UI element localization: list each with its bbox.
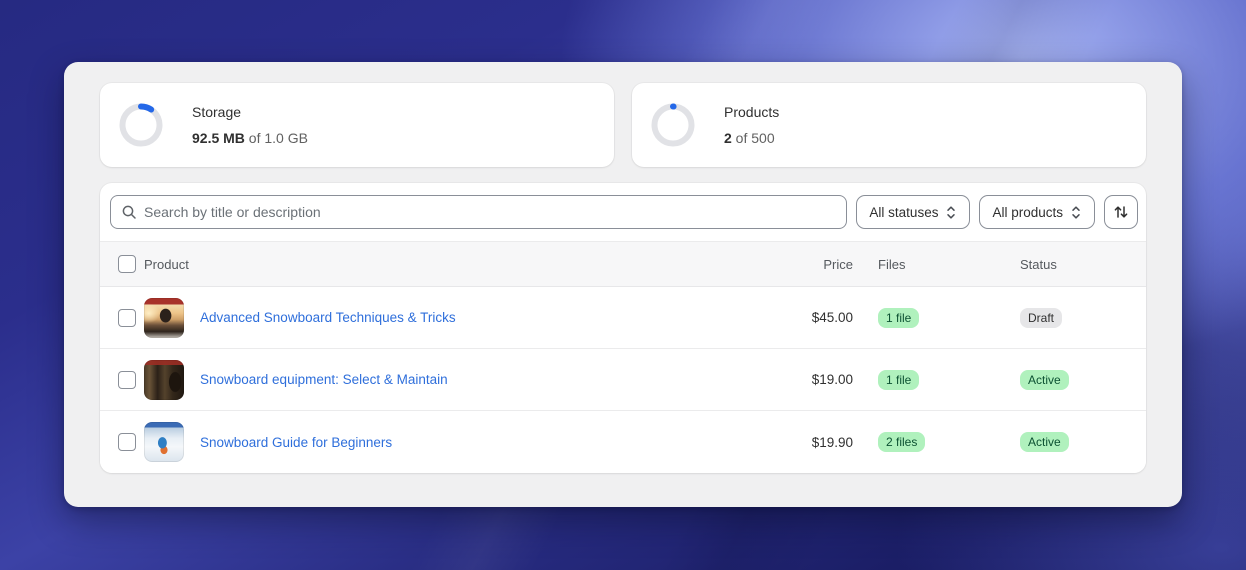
chevron-up-down-icon — [1072, 205, 1080, 219]
files-badge: 1 file — [878, 307, 920, 328]
product-thumbnail — [144, 422, 184, 462]
search-box[interactable] — [110, 195, 848, 229]
column-header-product: Product — [144, 256, 189, 272]
table-header-row: Product Price Files Status — [100, 241, 1146, 287]
column-header-price: Price — [823, 256, 853, 272]
product-title-link[interactable]: Snowboard equipment: Select & Maintain — [200, 372, 448, 387]
products-label: Products — [724, 104, 780, 120]
product-price: $19.00 — [811, 372, 853, 387]
product-price: $19.90 — [811, 434, 853, 450]
select-all-checkbox[interactable] — [118, 255, 136, 273]
row-checkbox[interactable] — [118, 370, 136, 389]
files-badge: 1 file — [878, 369, 920, 390]
table-row: Advanced Snowboard Techniques & Tricks $… — [100, 287, 1146, 349]
product-thumbnail — [144, 359, 184, 400]
table-row: Snowboard Guide for Beginners $19.90 2 f… — [100, 411, 1146, 473]
search-input[interactable] — [144, 204, 837, 220]
status-filter-dropdown[interactable]: All statuses — [856, 195, 971, 229]
status-badge: Active — [1020, 432, 1069, 452]
files-badge: 2 files — [878, 432, 926, 452]
status-badge: Active — [1020, 369, 1069, 390]
products-progress-ring — [651, 103, 695, 147]
row-checkbox[interactable] — [118, 308, 136, 327]
product-thumbnail — [144, 297, 184, 338]
status-badge: Draft — [1020, 307, 1063, 328]
search-icon — [122, 205, 136, 219]
chevron-up-down-icon — [947, 205, 956, 219]
products-table-card: All statuses All products — [100, 183, 1146, 473]
storage-progress-ring — [119, 103, 163, 147]
storage-value: 92.5 MB of 1.0 GB — [192, 130, 308, 146]
product-price: $45.00 — [811, 310, 853, 325]
sort-button[interactable] — [1104, 195, 1138, 229]
column-header-files: Files — [878, 256, 906, 272]
filter-toolbar: All statuses All products — [100, 183, 1146, 241]
product-title-link[interactable]: Snowboard Guide for Beginners — [200, 435, 392, 450]
storage-usage-card: Storage 92.5 MB of 1.0 GB — [100, 83, 614, 167]
table-row: Snowboard equipment: Select & Maintain $… — [100, 349, 1146, 411]
app-window: Storage 92.5 MB of 1.0 GB Products 2 of … — [64, 62, 1182, 507]
product-title-link[interactable]: Advanced Snowboard Techniques & Tricks — [200, 310, 456, 325]
products-usage-card: Products 2 of 500 — [632, 83, 1146, 167]
products-value: 2 of 500 — [724, 130, 775, 146]
column-header-status: Status — [1020, 256, 1057, 272]
sort-arrows-icon — [1114, 206, 1128, 218]
row-checkbox[interactable] — [118, 433, 136, 451]
product-filter-dropdown[interactable]: All products — [979, 195, 1095, 229]
usage-stats-row: Storage 92.5 MB of 1.0 GB Products 2 of … — [100, 83, 1146, 167]
storage-label: Storage — [192, 104, 242, 120]
